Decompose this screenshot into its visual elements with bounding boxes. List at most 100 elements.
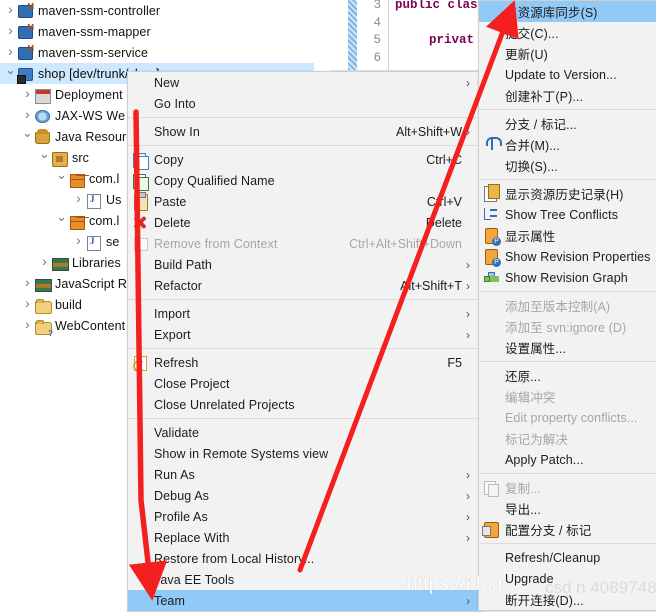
tree-item-label: com.l [89,213,120,228]
chevron-right-icon[interactable] [21,83,34,106]
delete-icon [128,212,154,233]
menu-item[interactable]: Delete Delete [128,212,480,233]
chevron-right-icon[interactable] [4,20,17,43]
menu-item[interactable]: 显示资源历史记录(H) [479,183,656,204]
editor-vertical-ruler [348,0,357,70]
menu-item[interactable]: New › [128,72,480,93]
chevron-down-icon[interactable] [55,209,68,232]
submenu-arrow-icon: › [466,306,470,321]
copy-small-icon [479,477,505,498]
menu-item[interactable]: Show In Alt+Shift+W › [128,121,480,142]
menu-item-label: Replace With [154,530,230,545]
menu-item-label: 切换(S)... [505,160,558,174]
menu-item[interactable]: Import › [128,303,480,324]
menu-item[interactable]: 配置分支 / 标记 [479,519,656,540]
java-file-icon [85,192,102,209]
menu-item[interactable]: 显示属性 [479,225,656,246]
menu-item[interactable]: Replace With › [128,527,480,548]
menu-separator [128,418,480,419]
menu-item[interactable]: Copy Qualified Name [128,170,480,191]
menu-item[interactable]: 与资源库同步(S) [479,1,656,22]
menu-item[interactable]: Refresh F5 [128,352,480,373]
menu-item[interactable]: Run As › [128,464,480,485]
menu-item[interactable]: Paste Ctrl+V [128,191,480,212]
menu-item[interactable]: Show in Remote Systems view [128,443,480,464]
menu-item[interactable]: Profile As › [128,506,480,527]
chevron-right-icon[interactable] [21,293,34,316]
project-context-menu[interactable]: New › Go Into Show In Alt+Shift+W › Copy Ctrl+C… [127,71,481,612]
chevron-down-icon[interactable] [55,167,68,190]
menu-item-shortcut: F5 [447,355,462,370]
menu-item[interactable]: Refresh/Cleanup [479,547,656,568]
chevron-right-icon[interactable] [72,230,85,253]
menu-item-label: Profile As [154,509,208,524]
menu-item[interactable]: Validate [128,422,480,443]
tree-item[interactable]: maven-ssm-mapper [0,21,330,42]
menu-item[interactable]: 分支 / 标记... [479,113,656,134]
menu-item-icon-slot [128,422,154,443]
menu-item[interactable]: 复制... [479,477,656,498]
menu-item[interactable]: 设置属性... [479,337,656,358]
menu-item[interactable]: 添加至版本控制(A) [479,295,656,316]
tree-item-label: WebContent [55,318,126,333]
java-file-icon [85,234,102,251]
menu-item-label: Show In [154,124,200,139]
menu-item[interactable]: 导出... [479,498,656,519]
menu-item-icon-slot [479,113,505,134]
menu-item-label: Copy Qualified Name [154,173,275,188]
menu-item-label: Copy [154,152,184,167]
menu-item[interactable]: Show Revision Properties [479,246,656,267]
menu-item[interactable]: 编辑冲突 [479,386,656,407]
menu-item[interactable]: Close Unrelated Projects [128,394,480,415]
menu-item[interactable]: 还原... [479,365,656,386]
menu-item[interactable]: Restore from Local History... [128,548,480,569]
menu-item[interactable]: Close Project [128,373,480,394]
menu-item-icon-slot [479,316,505,337]
menu-item[interactable]: Copy Ctrl+C [128,149,480,170]
menu-item[interactable]: 提交(C)... [479,22,656,43]
remove-context-icon [128,233,154,254]
menu-item[interactable]: Update to Version... [479,64,656,85]
chevron-down-icon[interactable] [38,146,51,169]
menu-item[interactable]: Remove from Context Ctrl+Alt+Shift+Down [128,233,480,254]
tree-item[interactable]: maven-ssm-service [0,42,330,63]
tree-conflicts-icon [479,204,505,225]
menu-item-icon-slot [128,590,154,611]
chevron-right-icon[interactable] [21,104,34,127]
submenu-arrow-icon: › [466,75,470,90]
revision-graph-icon [479,267,505,288]
menu-item[interactable]: Build Path › [128,254,480,275]
menu-item[interactable]: 合并(M)... [479,134,656,155]
menu-separator [479,361,656,362]
menu-item[interactable]: 切换(S)... [479,155,656,176]
menu-item[interactable]: Refactor Alt+Shift+T › [128,275,480,296]
menu-item[interactable]: Show Tree Conflicts [479,204,656,225]
chevron-right-icon[interactable] [21,272,34,295]
chevron-right-icon[interactable] [4,41,17,64]
tree-item[interactable]: maven-ssm-controller [0,0,330,21]
menu-item-icon-slot [479,386,505,407]
menu-item[interactable]: 更新(U) [479,43,656,64]
menu-item[interactable]: 标记为解决 [479,428,656,449]
chevron-down-icon[interactable] [4,62,17,85]
menu-item[interactable]: Show Revision Graph [479,267,656,288]
menu-item-label: Paste [154,194,187,209]
menu-item[interactable]: 创建补丁(P)... [479,85,656,106]
chevron-down-icon[interactable] [21,125,34,148]
revision-properties-icon [479,246,505,267]
team-submenu[interactable]: 与资源库同步(S) 提交(C)... 更新(U) Update to Version.… [478,0,656,611]
menu-item[interactable]: Go Into [128,93,480,114]
chevron-right-icon[interactable] [4,0,17,22]
chevron-right-icon[interactable] [21,314,34,337]
menu-item[interactable]: Export › [128,324,480,345]
menu-item[interactable]: Edit property conflicts... [479,407,656,428]
chevron-right-icon[interactable] [38,251,51,274]
tree-item-label: build [55,297,82,312]
menu-item-label: 编辑冲突 [505,391,556,405]
menu-item[interactable]: Apply Patch... [479,449,656,470]
maven-project-icon [17,2,34,19]
chevron-right-icon[interactable] [72,188,85,211]
menu-item[interactable]: Debug As › [128,485,480,506]
menu-item[interactable]: 添加至 svn:ignore (D) [479,316,656,337]
menu-separator [128,117,480,118]
